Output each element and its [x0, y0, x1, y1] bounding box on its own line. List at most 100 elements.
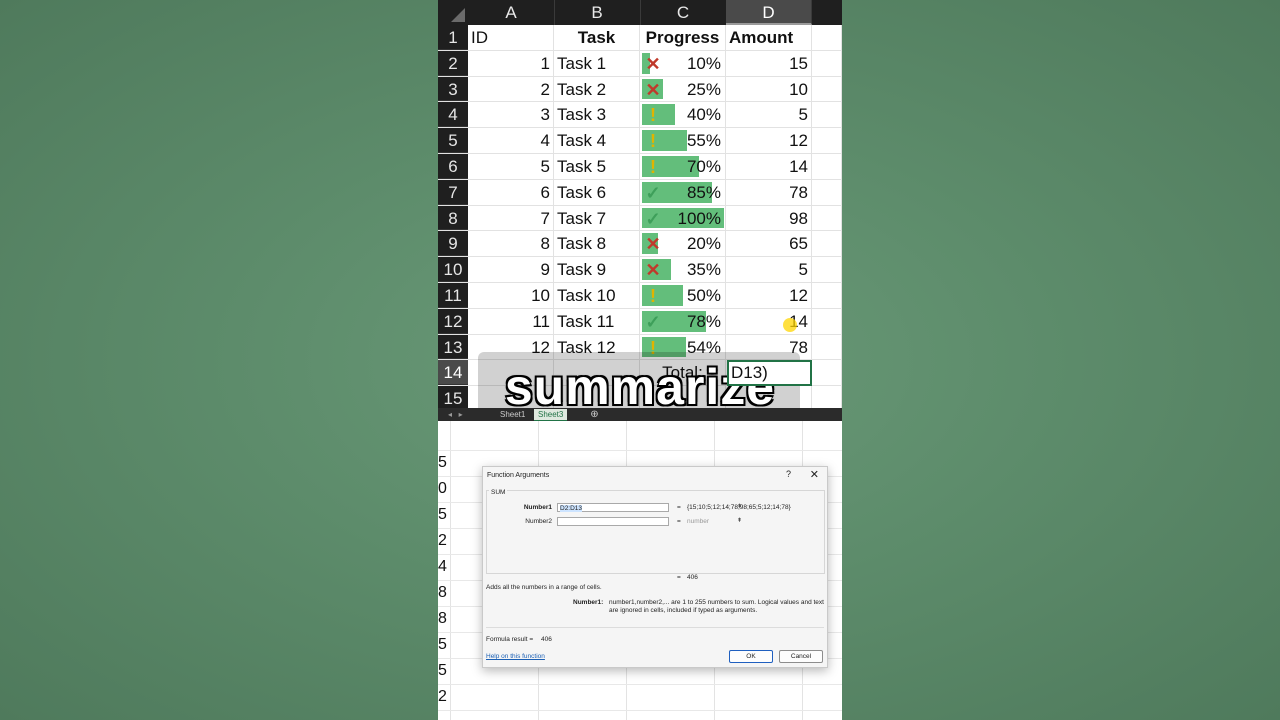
cell-task[interactable]: Task 3	[554, 102, 640, 128]
cell-progress[interactable]: ! 70%	[640, 154, 726, 179]
close-icon[interactable]: ✕	[810, 468, 819, 481]
background-cell-value: 5	[438, 506, 447, 523]
empty-cell[interactable]	[812, 205, 842, 231]
cell-task[interactable]: Task 4	[554, 128, 640, 153]
row-header[interactable]: 8	[438, 205, 468, 231]
row-header[interactable]: 5	[438, 128, 468, 153]
sheet-row: 10 9 Task 9 ✕ 35% 5	[438, 257, 842, 283]
cell-progress[interactable]: ✓ 78%	[640, 308, 726, 334]
cell-amount[interactable]: 78	[726, 179, 812, 205]
cell-header-progress[interactable]: Progress	[640, 25, 726, 50]
empty-cell[interactable]	[812, 334, 842, 360]
empty-cell[interactable]	[812, 283, 842, 308]
cell-id[interactable]: 2	[468, 76, 554, 102]
cell-id[interactable]: 8	[468, 231, 554, 257]
cell-task[interactable]: Task 1	[554, 50, 640, 76]
row-header[interactable]: 7	[438, 179, 468, 205]
row-header[interactable]: 3	[438, 76, 468, 102]
cell-progress[interactable]: ✓ 85%	[640, 179, 726, 205]
cell-progress[interactable]: ! 50%	[640, 283, 726, 308]
active-cell-formula[interactable]: D13)	[727, 360, 812, 386]
cell-id[interactable]: 9	[468, 257, 554, 282]
tab-sheet1[interactable]: Sheet1	[496, 409, 529, 420]
cell-progress[interactable]: ✓ 100%	[640, 205, 726, 231]
cell-id[interactable]: 6	[468, 179, 554, 205]
empty-cell[interactable]	[812, 50, 842, 76]
background-cell-value: 4	[438, 558, 447, 575]
cell-progress[interactable]: ! 40%	[640, 102, 726, 128]
cell-id[interactable]: 3	[468, 102, 554, 128]
cell-amount[interactable]: 5	[726, 257, 812, 282]
cell-id[interactable]: 10	[468, 283, 554, 308]
cross-icon: ✕	[645, 234, 661, 255]
cross-icon: ✕	[645, 260, 661, 281]
cell-amount[interactable]: 12	[726, 128, 812, 153]
row-header[interactable]: 2	[438, 50, 468, 76]
plus-circle-icon[interactable]: ⊕	[588, 408, 601, 421]
cell-amount[interactable]: 12	[726, 283, 812, 308]
empty-cell[interactable]	[812, 231, 842, 257]
cell-header-id[interactable]: ID	[468, 25, 554, 50]
column-header-a[interactable]: A	[468, 0, 555, 25]
background-cell-value: 0	[438, 480, 447, 497]
cell-amount[interactable]: 14	[726, 308, 812, 334]
cell-task[interactable]: Task 11	[554, 308, 640, 334]
cell-id[interactable]: 7	[468, 205, 554, 231]
empty-cell[interactable]	[812, 257, 842, 282]
empty-cell[interactable]	[812, 102, 842, 128]
cell-id[interactable]: 5	[468, 154, 554, 179]
number2-input[interactable]: ⇞	[557, 517, 742, 526]
cell-id[interactable]: 1	[468, 50, 554, 76]
cell-task[interactable]: Task 8	[554, 231, 640, 257]
cell-task[interactable]: Task 2	[554, 76, 640, 102]
cell-header-task[interactable]: Task	[554, 25, 640, 50]
tab-scroll-arrows-icon[interactable]: ◂ ▸	[448, 408, 463, 421]
row-header[interactable]: 1	[438, 25, 468, 50]
row-header[interactable]: 10	[438, 257, 468, 282]
help-on-function-link[interactable]: Help on this function	[486, 653, 545, 660]
cell-amount[interactable]: 5	[726, 102, 812, 128]
range-select-icon[interactable]: ⇞	[735, 518, 744, 525]
cell-progress[interactable]: ✕ 25%	[640, 76, 726, 102]
grid-line	[438, 450, 842, 451]
help-icon[interactable]: ?	[786, 469, 791, 479]
cell-amount[interactable]: 10	[726, 76, 812, 102]
number1-input[interactable]: D2:D13 ⇞	[557, 503, 742, 512]
row-header[interactable]: 11	[438, 283, 468, 308]
cell-id[interactable]: 4	[468, 128, 554, 153]
empty-cell[interactable]	[812, 179, 842, 205]
empty-cell[interactable]	[812, 154, 842, 179]
column-header-c[interactable]: C	[640, 0, 727, 25]
empty-cell[interactable]	[812, 308, 842, 334]
cell-amount[interactable]: 98	[726, 205, 812, 231]
cell-progress[interactable]: ✕ 35%	[640, 257, 726, 282]
row-header[interactable]: 12	[438, 308, 468, 334]
row-header[interactable]: 9	[438, 231, 468, 257]
cell-header-amount[interactable]: Amount	[726, 25, 812, 50]
cell-task[interactable]: Task 10	[554, 283, 640, 308]
cell-amount[interactable]: 14	[726, 154, 812, 179]
progress-value: 35%	[686, 260, 721, 280]
cell-progress[interactable]: ✕ 10%	[640, 50, 726, 76]
cell-task[interactable]: Task 9	[554, 257, 640, 282]
cell-task[interactable]: Task 6	[554, 179, 640, 205]
row-header[interactable]: 6	[438, 154, 468, 179]
row-header[interactable]: 13	[438, 334, 468, 360]
cancel-button[interactable]: Cancel	[779, 650, 823, 663]
cell-id[interactable]: 11	[468, 308, 554, 334]
ok-button[interactable]: OK	[729, 650, 773, 663]
cell-amount[interactable]: 65	[726, 231, 812, 257]
progress-value: 10%	[686, 53, 721, 73]
cell-progress[interactable]: ✕ 20%	[640, 231, 726, 257]
cell-task[interactable]: Task 7	[554, 205, 640, 231]
select-all-corner[interactable]	[438, 0, 468, 25]
row-header[interactable]: 4	[438, 102, 468, 128]
column-header-b[interactable]: B	[554, 0, 641, 25]
cell-progress[interactable]: ! 55%	[640, 128, 726, 153]
empty-cell[interactable]	[812, 76, 842, 102]
empty-cell[interactable]	[812, 128, 842, 153]
cell-task[interactable]: Task 5	[554, 154, 640, 179]
cell-amount[interactable]: 15	[726, 50, 812, 76]
empty-cell[interactable]	[812, 25, 842, 50]
column-header-d[interactable]: D	[726, 0, 812, 25]
